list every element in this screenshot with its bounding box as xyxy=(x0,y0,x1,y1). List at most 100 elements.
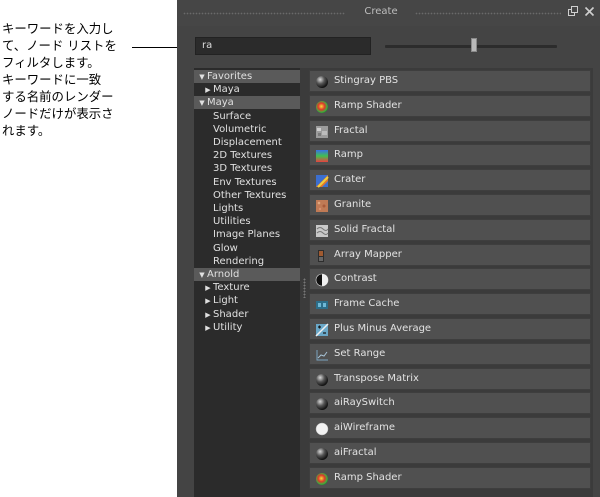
sphere-white-icon xyxy=(315,421,329,436)
tree-item-other-textures[interactable]: Other Textures xyxy=(194,189,300,202)
tree-item-texture[interactable]: ▶ Texture xyxy=(194,281,300,294)
node-item-ramp-shader[interactable]: Ramp Shader xyxy=(309,466,591,489)
tree-item-label: Shader xyxy=(213,308,249,320)
collapse-triangle-icon[interactable]: ▶ xyxy=(203,282,213,295)
tree-item-image-planes[interactable]: Image Planes xyxy=(194,228,300,241)
collapse-triangle-icon[interactable]: ▶ xyxy=(203,295,213,308)
ramp-shader-icon xyxy=(315,471,329,485)
tree-item-utility[interactable]: ▶ Utility xyxy=(194,321,300,334)
tree-item-label: Glow xyxy=(213,242,238,254)
tree-item-glow[interactable]: Glow xyxy=(194,242,300,255)
tree-item-label: Surface xyxy=(213,110,252,122)
node-label: Transpose Matrix xyxy=(334,372,419,384)
node-label: Crater xyxy=(334,174,366,186)
crater-icon xyxy=(315,173,329,188)
close-icon[interactable] xyxy=(583,6,596,19)
node-label: Ramp Shader xyxy=(334,99,402,111)
tree-item-3d-textures[interactable]: 3D Textures xyxy=(194,162,300,175)
node-item-aiwireframe[interactable]: aiWireframe xyxy=(309,417,591,440)
tree-item-label: Maya xyxy=(207,97,234,109)
tree-item-label: Displacement xyxy=(213,137,282,148)
float-window-icon[interactable] xyxy=(567,6,580,19)
tree-item-utilities[interactable]: Utilities xyxy=(194,215,300,228)
sphere-dark-icon xyxy=(315,74,329,88)
node-item-crater[interactable]: Crater xyxy=(309,169,591,192)
fractal-icon xyxy=(315,124,329,138)
node-label: Frame Cache xyxy=(334,298,400,310)
sphere-dark-icon xyxy=(315,446,329,460)
granite-icon xyxy=(315,198,329,212)
title-grip-left[interactable] xyxy=(183,12,345,15)
node-label: Ramp Shader xyxy=(334,471,402,483)
tree-item-lights[interactable]: Lights xyxy=(194,202,300,215)
plus-minus-average-icon xyxy=(315,322,329,337)
tree-item-shader[interactable]: ▶ Shader xyxy=(194,308,300,321)
tree-item-light[interactable]: ▶ Light xyxy=(194,294,300,307)
node-item-ramp[interactable]: Ramp xyxy=(309,144,591,167)
frame-cache-icon xyxy=(315,297,329,311)
node-item-stingray-pbs[interactable]: Stingray PBS xyxy=(309,70,591,92)
title-grip-right[interactable] xyxy=(415,12,561,15)
tree-item-surface[interactable]: Surface xyxy=(194,110,300,123)
node-label: Granite xyxy=(334,199,372,210)
tree-item-label: Lights xyxy=(213,203,244,214)
sphere-dark-icon xyxy=(315,372,329,386)
annotation-text: キーワードを入力し て、ノード リストを フィルタします。 キーワードに一致 す… xyxy=(2,21,117,138)
node-item-plus-minus-average[interactable]: Plus Minus Average xyxy=(309,318,591,340)
tree-item-label: 2D Textures xyxy=(213,150,273,162)
node-list: Stingray PBS Ramp Shader Fractal Ramp Crater… xyxy=(300,68,593,497)
tree-item-maya[interactable]: ▶ Maya xyxy=(194,83,300,96)
title-bar: Create xyxy=(177,0,600,26)
node-item-array-mapper[interactable]: Array Mapper xyxy=(309,243,591,266)
node-label: Contrast xyxy=(334,273,377,285)
sphere-dark-icon xyxy=(315,396,329,411)
create-window: Create ▼Favorites▶Maya▼MayaSurfaceVolume… xyxy=(177,0,600,497)
tree-item-env-textures[interactable]: Env Textures xyxy=(194,176,300,189)
tree-item-rendering[interactable]: Rendering xyxy=(194,255,300,268)
tree-item-2d-textures[interactable]: 2D Textures xyxy=(194,149,300,162)
node-label: Stingray PBS xyxy=(334,75,399,86)
panel-splitter[interactable] xyxy=(303,68,306,497)
node-label: Plus Minus Average xyxy=(334,323,432,334)
array-mapper-icon xyxy=(315,248,329,262)
expand-triangle-icon[interactable]: ▼ xyxy=(197,269,207,282)
tree-item-label: Other Textures xyxy=(213,189,287,201)
solid-fractal-icon xyxy=(315,223,329,237)
node-label: Ramp xyxy=(334,149,363,161)
tree-item-favorites[interactable]: ▼ Favorites xyxy=(194,70,300,83)
collapse-triangle-icon[interactable]: ▶ xyxy=(203,322,213,335)
tree-item-label: Env Textures xyxy=(213,176,277,188)
ramp-gradient-icon xyxy=(315,148,329,163)
node-label: aiRaySwitch xyxy=(334,397,395,409)
node-item-contrast[interactable]: Contrast xyxy=(309,268,591,291)
node-item-aifractal[interactable]: aiFractal xyxy=(309,442,591,464)
search-input[interactable] xyxy=(195,37,371,55)
node-label: aiFractal xyxy=(334,447,377,458)
node-item-transpose-matrix[interactable]: Transpose Matrix xyxy=(309,367,591,390)
collapse-triangle-icon[interactable]: ▶ xyxy=(203,84,213,97)
node-item-frame-cache[interactable]: Frame Cache xyxy=(309,293,591,316)
expand-triangle-icon[interactable]: ▼ xyxy=(197,71,207,84)
tree-item-volumetric[interactable]: Volumetric xyxy=(194,123,300,136)
node-item-granite[interactable]: Granite xyxy=(309,194,591,216)
tree-item-label: Maya xyxy=(213,84,240,96)
node-label: Fractal xyxy=(334,124,368,136)
tree-item-label: Image Planes xyxy=(213,229,281,241)
node-item-fractal[interactable]: Fractal xyxy=(309,119,591,142)
tree-item-label: Favorites xyxy=(207,71,253,82)
node-item-airayswitch[interactable]: aiRaySwitch xyxy=(309,392,591,415)
tree-item-maya[interactable]: ▼ Maya xyxy=(194,96,300,110)
set-range-icon xyxy=(315,347,329,361)
tree-item-label: Light xyxy=(213,295,238,307)
window-title: Create xyxy=(364,6,398,17)
slider-handle[interactable] xyxy=(471,38,478,52)
node-item-solid-fractal[interactable]: Solid Fractal xyxy=(309,218,591,241)
tree-item-arnold[interactable]: ▼ Arnold xyxy=(194,268,300,281)
node-label: Solid Fractal xyxy=(334,223,396,235)
node-label: Array Mapper xyxy=(334,248,402,260)
tree-item-displacement[interactable]: Displacement xyxy=(194,136,300,149)
node-item-set-range[interactable]: Set Range xyxy=(309,342,591,365)
collapse-triangle-icon[interactable]: ▶ xyxy=(203,309,213,322)
expand-triangle-icon[interactable]: ▼ xyxy=(197,97,207,110)
node-item-ramp-shader[interactable]: Ramp Shader xyxy=(309,94,591,117)
